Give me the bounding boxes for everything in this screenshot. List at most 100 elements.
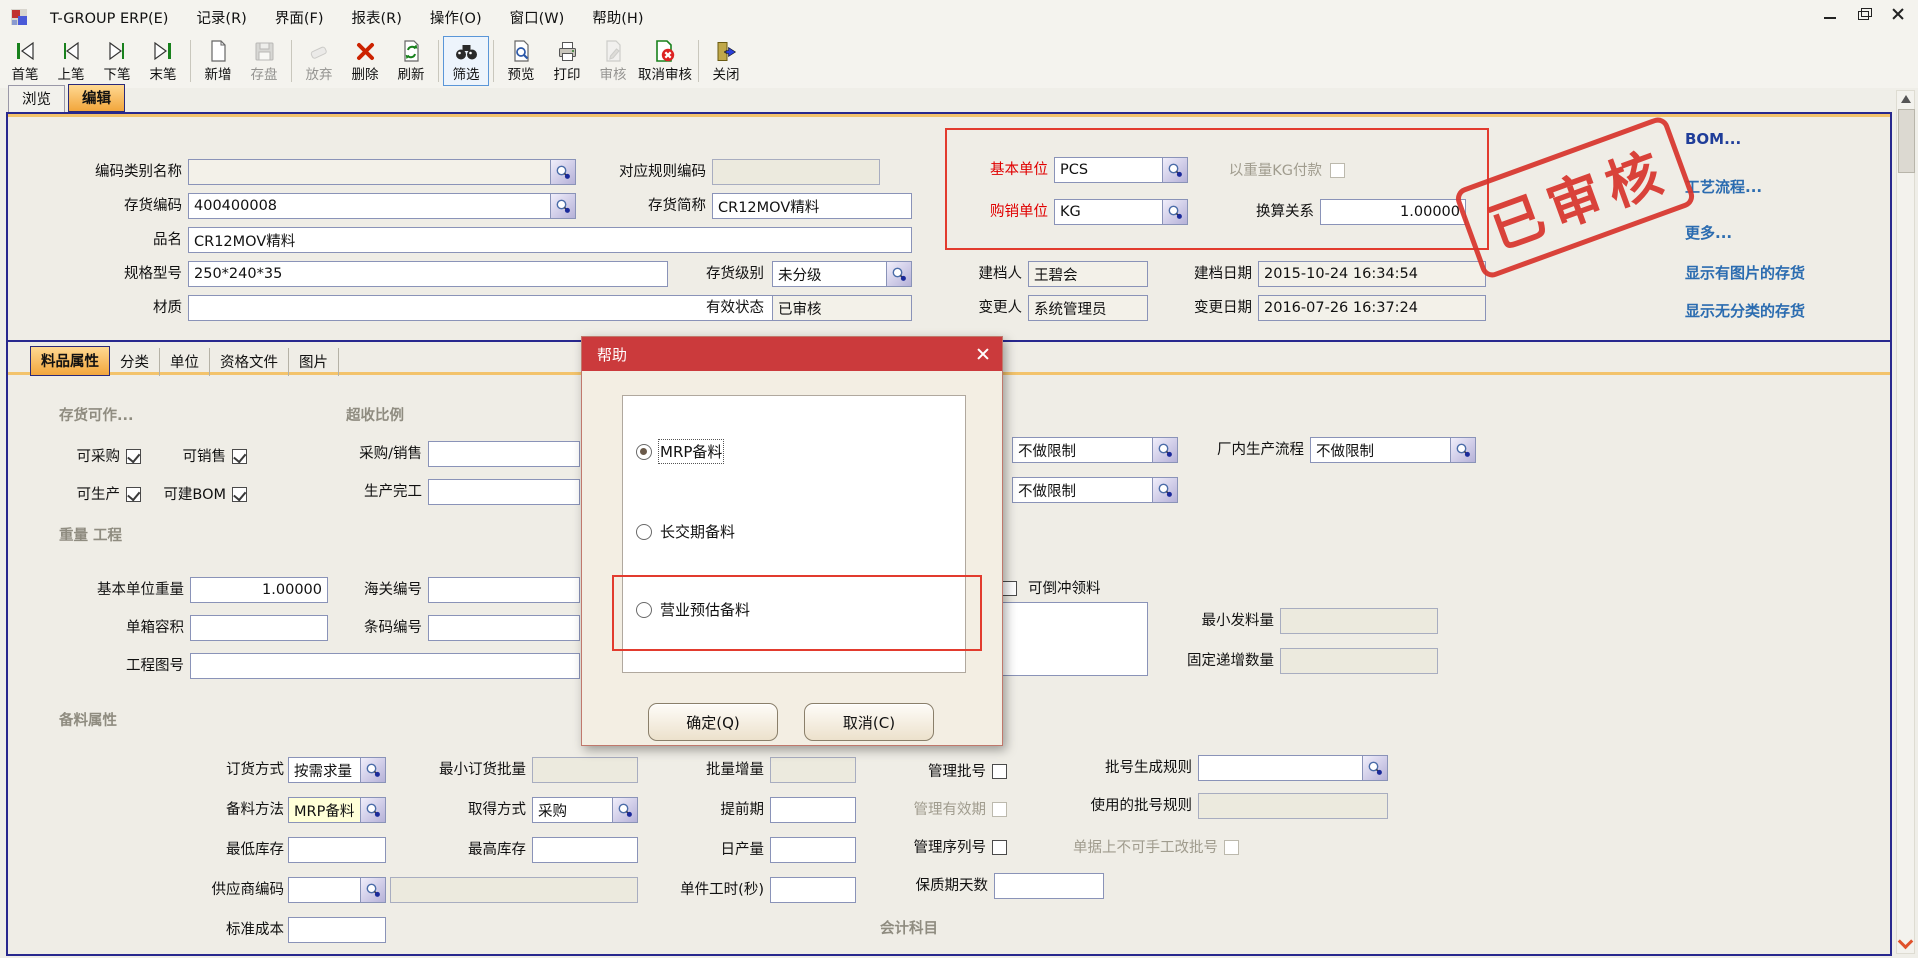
field-input-ggxh[interactable]: 250*240*35 — [188, 261, 668, 287]
menu-item-5[interactable]: 窗口(W) — [496, 11, 579, 27]
menu-item-6[interactable]: 帮助(H) — [578, 11, 657, 27]
field-input-rcl[interactable] — [770, 837, 856, 863]
scroll-down-icon[interactable] — [1900, 936, 1911, 947]
dialog-option-1[interactable]: 长交期备料 — [636, 521, 735, 542]
field-input-hgbh[interactable] — [428, 577, 580, 603]
toolbar-refresh-button[interactable]: 刷新 — [388, 36, 434, 86]
link-0[interactable]: BOM... — [1685, 130, 1741, 148]
field-input-yxzt[interactable]: 已审核 — [772, 295, 912, 321]
toolbar-prev-button[interactable]: 上笔 — [48, 36, 94, 86]
scrollbar-thumb[interactable] — [1898, 109, 1915, 173]
radio-icon[interactable] — [636, 524, 652, 540]
checkbox-kcg[interactable] — [126, 449, 141, 464]
close-window-icon[interactable] — [1890, 6, 1906, 22]
toolbar-next-button[interactable]: 下笔 — [94, 36, 140, 86]
field-input-xz2[interactable]: 不做限制 — [1012, 477, 1178, 503]
toolbar-filter-button[interactable]: 筛选 — [443, 36, 489, 86]
checkbox-kdc[interactable] — [1002, 581, 1017, 596]
lookup-button-qdfs[interactable] — [612, 798, 637, 822]
field-input-scwg[interactable] — [428, 479, 580, 505]
link-4[interactable]: 显示无分类的存货 — [1685, 300, 1805, 321]
lookup-button-phscgz[interactable] — [1362, 756, 1387, 780]
menu-item-1[interactable]: 记录(R) — [182, 11, 260, 27]
restore-icon[interactable] — [1856, 6, 1872, 22]
subtab-3[interactable]: 资格文件 — [210, 348, 289, 376]
tab-browse[interactable]: 浏览 — [8, 85, 65, 112]
checkbox-kxs[interactable] — [232, 449, 247, 464]
menu-item-3[interactable]: 报表(R) — [337, 11, 415, 27]
toolbar-first-button[interactable]: 首笔 — [2, 36, 48, 86]
toolbar-last-button[interactable]: 末笔 — [140, 36, 186, 86]
field-input-bgrq[interactable]: 2016-07-26 16:37:24 — [1258, 295, 1486, 321]
link-3[interactable]: 显示有图片的存货 — [1685, 262, 1805, 283]
toolbar-preview-button[interactable]: 预览 — [498, 36, 544, 86]
radio-icon[interactable] — [636, 444, 652, 460]
field-input-gcth[interactable] — [190, 653, 580, 679]
toolbar-print-button[interactable]: 打印 — [544, 36, 590, 86]
field-input-cnsclc[interactable]: 不做限制 — [1310, 437, 1476, 463]
checkbox-glph[interactable] — [992, 764, 1007, 779]
lookup-button-cnsclc[interactable] — [1450, 438, 1475, 462]
vertical-scrollbar[interactable] — [1896, 90, 1915, 954]
dialog-option-0[interactable]: MRP备料 — [636, 441, 722, 462]
field-input-zdkc[interactable] — [288, 837, 386, 863]
minimize-icon[interactable] — [1822, 6, 1838, 22]
field-input-djgs[interactable] — [770, 877, 856, 903]
lookup-button-gxdw[interactable] — [1162, 200, 1187, 224]
lookup-button-jbdw[interactable] — [1162, 158, 1187, 182]
ok-button[interactable]: 确定(Q) — [648, 703, 778, 741]
lookup-button-xz1[interactable] — [1152, 438, 1177, 462]
lookup-button-gysbm[interactable] — [360, 878, 385, 902]
field-input-jdrq[interactable]: 2015-10-24 16:34:54 — [1258, 261, 1486, 287]
field-input-xz1[interactable]: 不做限制 — [1012, 437, 1178, 463]
dialog-close-icon[interactable] — [974, 345, 992, 363]
field-input-cgxs[interactable] — [428, 441, 580, 467]
menu-item-0[interactable]: T-GROUP ERP(E) — [36, 11, 182, 27]
scroll-up-icon[interactable] — [1901, 95, 1911, 103]
field-input-jbdwzl[interactable]: 1.00000 — [190, 577, 328, 603]
field-input-gysbm[interactable] — [288, 877, 386, 903]
field-input-bmlb[interactable] — [188, 159, 576, 185]
toolbar-cancel-audit-button[interactable]: 取消审核 — [636, 36, 694, 86]
field-input-dhfs[interactable]: 按需求量 — [288, 757, 386, 783]
field-input-chjc[interactable]: CR12MOV精料 — [712, 193, 912, 219]
field-input-qdfs[interactable]: 采购 — [532, 797, 638, 823]
lookup-button-blff[interactable] — [360, 798, 385, 822]
field-input-zgkc[interactable] — [532, 837, 638, 863]
lookup-button-chbm[interactable] — [550, 194, 575, 218]
field-input-chjb[interactable]: 未分级 — [772, 261, 912, 287]
field-input-jdr[interactable]: 王碧会 — [1028, 261, 1148, 287]
checkbox-glxlh[interactable] — [992, 840, 1007, 855]
link-2[interactable]: 更多... — [1685, 222, 1732, 243]
subtab-1[interactable]: 分类 — [110, 348, 160, 376]
field-input-dxrj[interactable] — [190, 615, 328, 641]
subtab-0[interactable]: 料品属性 — [30, 346, 110, 376]
menu-item-4[interactable]: 操作(O) — [416, 11, 496, 27]
field-input-phscgz[interactable] — [1198, 755, 1388, 781]
field-input-hsgx[interactable]: 1.00000 — [1320, 199, 1466, 225]
field-input-chbm[interactable]: 400400008 — [188, 193, 576, 219]
toolbar-new-button[interactable]: 新增 — [195, 36, 241, 86]
menu-item-2[interactable]: 界面(F) — [261, 11, 338, 27]
field-input-blff[interactable]: MRP备料 — [288, 797, 386, 823]
field-input-bzcb[interactable] — [288, 917, 386, 943]
field-input-jbdw[interactable]: PCS — [1054, 157, 1188, 183]
field-input-bzqts[interactable] — [994, 873, 1104, 899]
dialog-title-bar[interactable]: 帮助 — [582, 337, 1002, 371]
subtab-4[interactable]: 图片 — [289, 348, 339, 376]
checkbox-kbom[interactable] — [232, 487, 247, 502]
toolbar-delete-button[interactable]: 删除 — [342, 36, 388, 86]
link-1[interactable]: 工艺流程... — [1685, 176, 1762, 197]
tab-edit[interactable]: 编辑 — [68, 84, 125, 112]
field-input-gxdw[interactable]: KG — [1054, 199, 1188, 225]
field-input-pm[interactable]: CR12MOV精料 — [188, 227, 912, 253]
lookup-button-bmlb[interactable] — [550, 160, 575, 184]
subtab-2[interactable]: 单位 — [160, 348, 210, 376]
field-input-tmbh[interactable] — [428, 615, 580, 641]
lookup-button-xz2[interactable] — [1152, 478, 1177, 502]
cancel-button[interactable]: 取消(C) — [804, 703, 934, 741]
lookup-button-dhfs[interactable] — [360, 758, 385, 782]
field-input-bgr[interactable]: 系统管理员 — [1028, 295, 1148, 321]
field-input-tqq[interactable] — [770, 797, 856, 823]
toolbar-close-button[interactable]: 关闭 — [703, 36, 749, 86]
